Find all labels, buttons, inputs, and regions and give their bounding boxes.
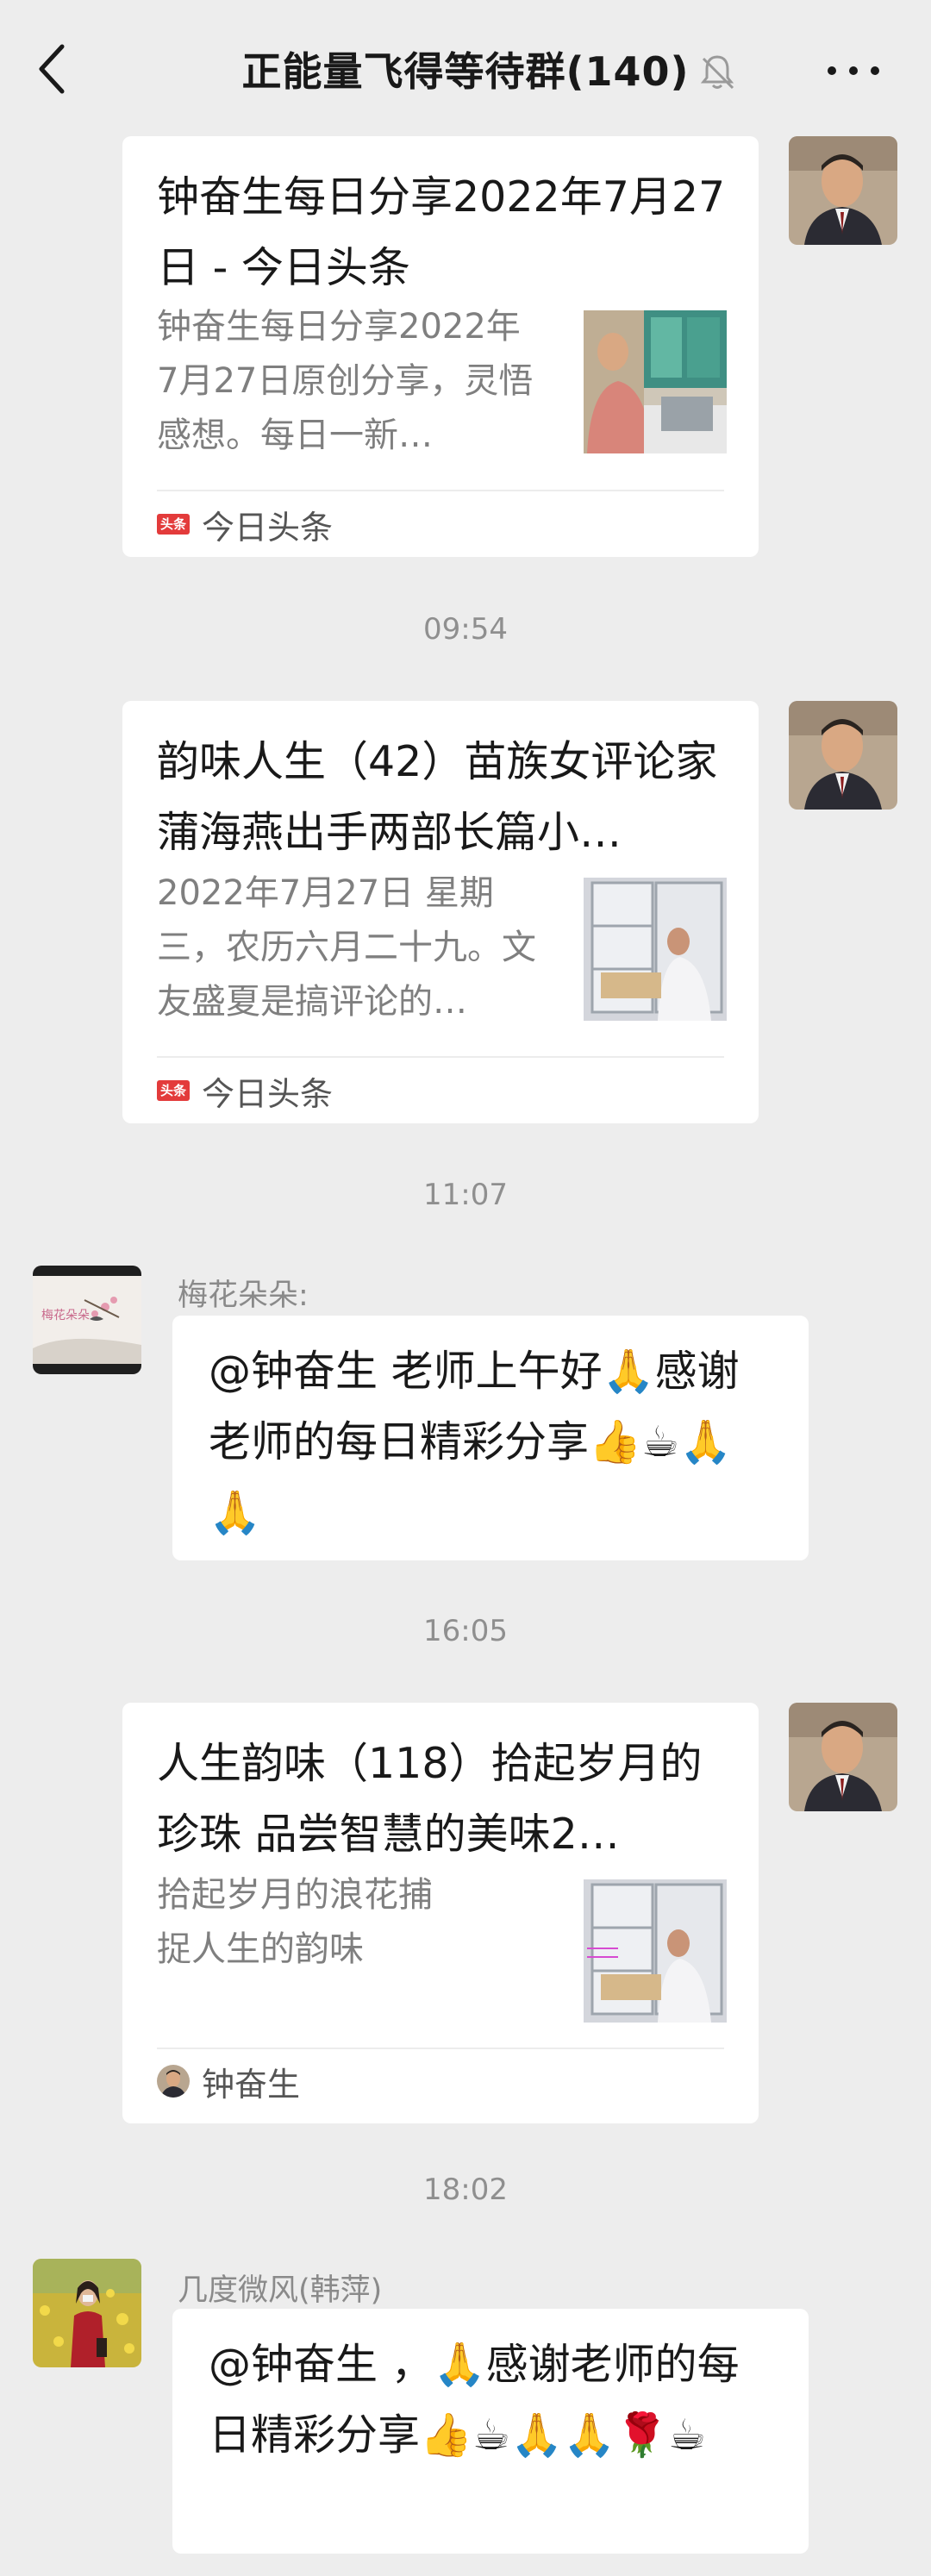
chat-header: 正能量飞得等待群(140): [0, 0, 931, 138]
toutiao-logo-icon: 头条: [157, 514, 190, 535]
link-card[interactable]: 钟奋生每日分享2022年7月27日 - 今日头条 钟奋生每日分享2022年7月2…: [122, 136, 759, 557]
link-card-description: 2022年7月27日 星期三，农历六月二十九。文友盛夏是搞评论的…: [157, 873, 536, 1022]
link-card[interactable]: 韵味人生（42）苗族女评论家蒲海燕出手两部长篇小… 2022年7月27日 星期三…: [122, 701, 759, 1123]
link-card-source-name: 钟奋生: [202, 2065, 301, 2104]
link-card-source: 头条 今日头条: [157, 503, 334, 547]
link-card-source-name: 今日头条: [202, 1074, 334, 1113]
link-card-divider: [157, 1056, 724, 1058]
avatar-zhong-fensheng[interactable]: [789, 701, 897, 810]
link-card-divider: [157, 2048, 724, 2049]
link-card-description: 钟奋生每日分享2022年7月27日原创分享，灵悟感想。每日一新…: [157, 307, 534, 455]
link-card-title: 韵味人生（42）苗族女评论家蒲海燕出手两部长篇小…: [157, 737, 718, 857]
link-card-description: 拾起岁月的浪花捕捉人生的韵味: [157, 1875, 433, 1969]
link-card-thumbnail: [584, 1879, 727, 2023]
link-card-title: 钟奋生每日分享2022年7月27日 - 今日头条: [157, 172, 726, 292]
link-card-thumbnail: [584, 310, 727, 453]
link-card-source-name: 今日头条: [202, 508, 334, 547]
more-dots-icon: [828, 66, 879, 75]
toutiao-logo-icon: 头条: [157, 1080, 190, 1101]
source-avatar-icon: [157, 2065, 190, 2098]
avatar-zhong-fensheng[interactable]: [789, 1703, 897, 1811]
avatar-meihua-duoduo[interactable]: 梅花朵朵: [33, 1266, 141, 1374]
avatar-jidu-weifeng[interactable]: [33, 2259, 141, 2367]
link-card-source: 钟奋生: [157, 2060, 301, 2104]
svg-text:梅花朵朵: 梅花朵朵: [41, 1309, 90, 1322]
link-card-divider: [157, 490, 724, 491]
link-card-source: 头条 今日头条: [157, 1069, 334, 1113]
sender-name: 几度微风(韩萍): [178, 2273, 383, 2308]
message-bubble[interactable]: @钟奋生 老师上午好🙏感谢老师的每日精彩分享👍☕🙏🙏: [172, 1316, 809, 1560]
bell-off-icon: [697, 52, 738, 93]
sender-name: 梅花朵朵:: [178, 1279, 309, 1313]
message-timestamp: 11:07: [423, 1178, 508, 1212]
link-card[interactable]: 人生韵味（118）拾起岁月的珍珠 品尝智慧的美味2… 拾起岁月的浪花捕捉人生的韵…: [122, 1703, 759, 2123]
message-timestamp: 18:02: [423, 2173, 508, 2207]
message-timestamp: 09:54: [423, 612, 508, 647]
link-card-thumbnail: [584, 878, 727, 1021]
message-timestamp: 16:05: [423, 1614, 508, 1648]
link-card-title: 人生韵味（118）拾起岁月的珍珠 品尝智慧的美味2…: [157, 1739, 703, 1859]
more-options-button[interactable]: [823, 53, 884, 88]
avatar-zhong-fensheng[interactable]: [789, 136, 897, 245]
chat-title: 正能量飞得等待群(140): [241, 48, 690, 95]
message-bubble[interactable]: @钟奋生 ，🙏感谢老师的每日精彩分享👍☕🙏🙏🌹☕: [172, 2309, 809, 2554]
